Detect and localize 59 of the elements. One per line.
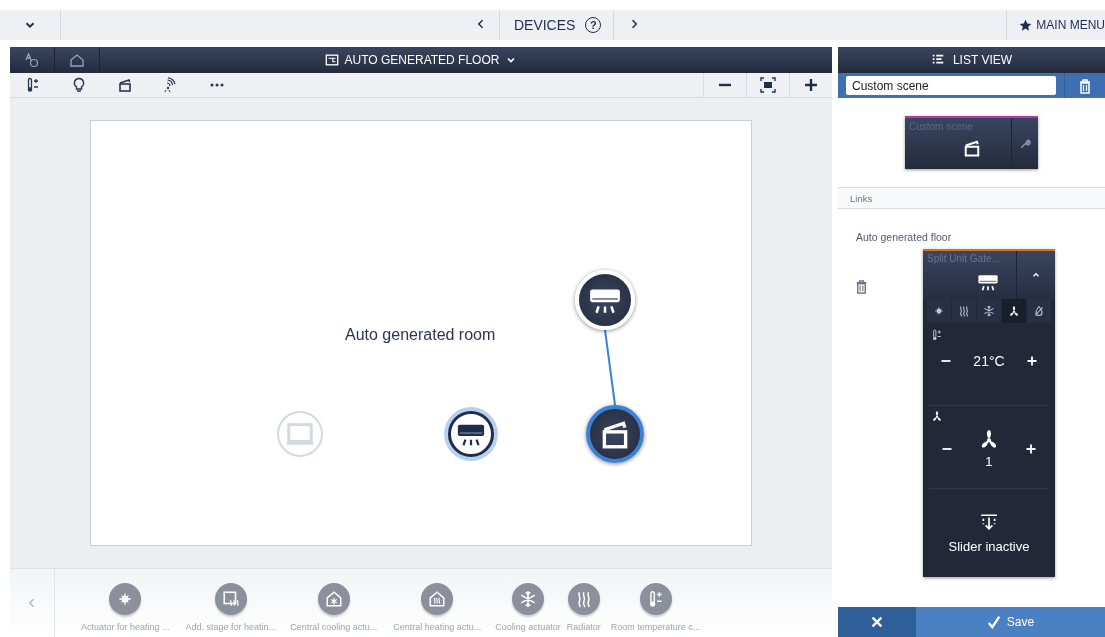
drop-crossed-icon [1033, 305, 1045, 317]
palette-item[interactable]: Cooling actuator [495, 569, 561, 632]
plus-icon [803, 77, 819, 93]
clapperboard-icon [117, 77, 133, 93]
trash-icon [854, 279, 869, 294]
star-icon [1019, 18, 1033, 32]
floor-title[interactable]: AUTO GENERATED FLOOR [344, 53, 500, 67]
palette-item[interactable]: Central cooling actu... [290, 569, 378, 632]
heat-waves-icon [958, 305, 970, 317]
scene-name-field[interactable]: Custom scene [846, 76, 1056, 95]
room-label: Auto generated room [345, 326, 496, 344]
link-floor-label: Auto generated floor [856, 231, 952, 243]
palette-item[interactable]: Radiator [566, 569, 601, 632]
floor-plan-icon [324, 53, 339, 67]
thermometer-icon [25, 77, 41, 93]
main-menu-link[interactable]: MAIN MENU [1036, 18, 1105, 32]
home-icon [69, 52, 85, 68]
slider-status: Slider inactive [948, 538, 1030, 554]
mode-button[interactable] [952, 299, 976, 323]
close-icon [870, 615, 884, 629]
device-node[interactable] [448, 411, 494, 457]
temperature-value: 21°C [973, 353, 1005, 369]
thermometer-icon [931, 329, 943, 341]
device-type-icon [421, 583, 454, 615]
palette-item[interactable]: Central heating actu... [393, 569, 482, 632]
fan-speed-value: 1 [985, 454, 993, 469]
device-type-icon [512, 583, 544, 615]
mode-button[interactable] [927, 299, 951, 323]
links-header: Links [850, 192, 873, 204]
light-bulb-icon [71, 77, 87, 93]
mode-button[interactable] [1002, 299, 1026, 323]
list-view-button[interactable]: LIST VIEW [952, 53, 1013, 67]
device-type-icon [567, 583, 600, 615]
trash-icon [1077, 77, 1093, 94]
cancel-button[interactable] [838, 607, 916, 637]
fan-icon [1008, 305, 1020, 317]
palette-item[interactable]: Room temperature c... [610, 569, 701, 632]
snowflake-icon [983, 305, 995, 317]
device-type-icon [317, 583, 350, 615]
device-type-icon [639, 583, 672, 615]
sun-icon [933, 305, 945, 317]
plus-icon [1024, 442, 1037, 455]
palette-item[interactable]: Actuator for heating ... [81, 569, 170, 632]
list-icon [930, 53, 945, 67]
device-node[interactable] [586, 405, 644, 463]
automation-icon [24, 52, 40, 68]
page-title: DEVICES [512, 17, 577, 33]
clapperboard-icon [962, 138, 982, 158]
palette-item[interactable]: Add. stage for heatin... [185, 569, 277, 632]
mode-button[interactable] [1027, 299, 1051, 323]
fan-icon [931, 410, 943, 422]
device-type-icon [214, 583, 247, 615]
fit-screen-icon [760, 77, 776, 93]
device-type-icon [109, 583, 142, 615]
wrench-icon [1019, 137, 1031, 150]
checkmark-icon [986, 615, 1001, 629]
save-button[interactable]: Save [916, 607, 1105, 637]
slider-icon [980, 512, 998, 531]
plus-icon [1026, 355, 1039, 367]
